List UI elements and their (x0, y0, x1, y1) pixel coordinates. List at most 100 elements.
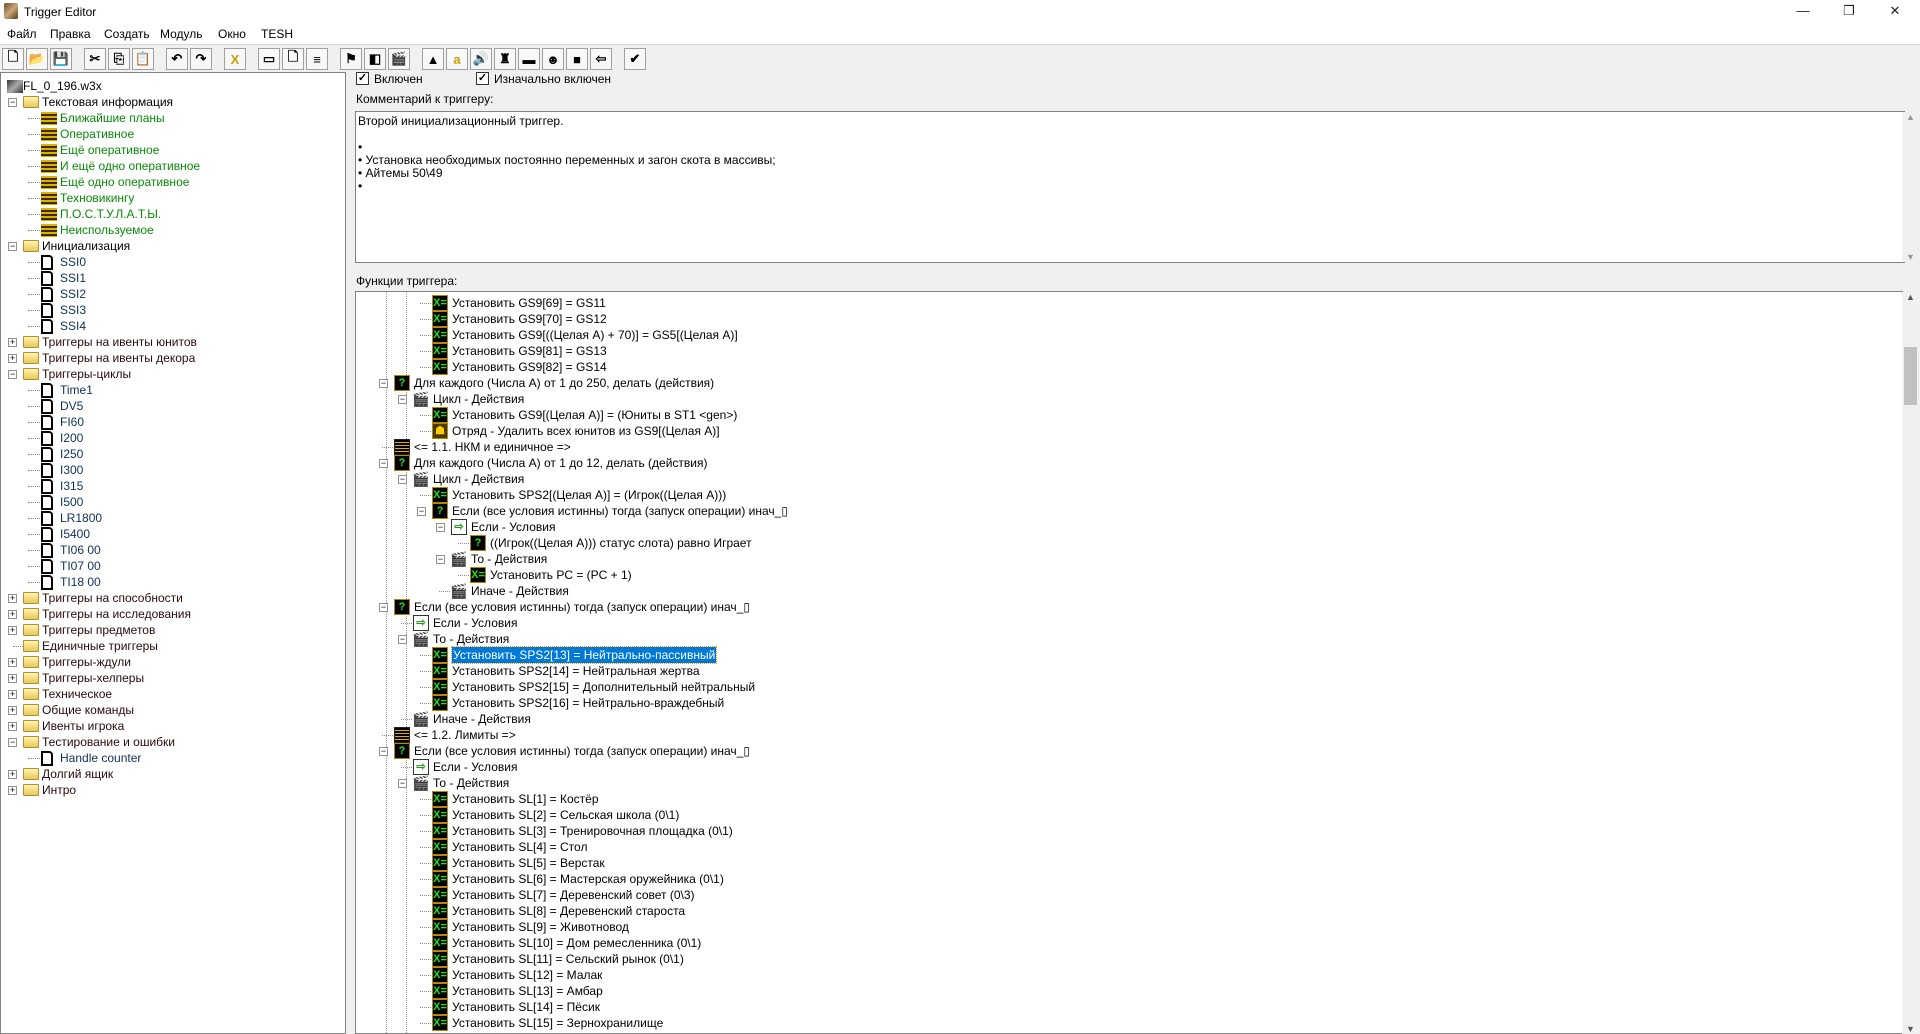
tree-item[interactable]: FI60 (1, 414, 341, 430)
collapse-icon[interactable]: − (436, 523, 445, 532)
expand-icon[interactable]: + (8, 786, 17, 795)
function-item[interactable]: X= Установить SL[3] = Тренировочная площа… (356, 823, 1896, 839)
collapse-icon[interactable]: − (398, 475, 407, 484)
new-button[interactable]: 🗋 (2, 48, 24, 70)
function-item[interactable]: <= 1.1. НКМ и единичное => (356, 439, 1896, 455)
function-item[interactable]: X= Установить SPS2[(Целая A)] = (Игрок((Ц… (356, 487, 1896, 503)
function-item[interactable]: X= Установить SL[1] = Костёр (356, 791, 1896, 807)
function-item[interactable]: −? Для каждого (Числа A) от 1 до 12, дела… (356, 455, 1896, 471)
comment-textarea[interactable]: Второй инициализационный триггер. • • Уста… (355, 111, 1905, 263)
undo-button[interactable]: ↶ (166, 48, 188, 70)
test-map-button[interactable]: ✔ (624, 48, 646, 70)
collapse-icon[interactable]: − (379, 459, 388, 468)
tree-item[interactable]: И ещё одно оперативное (1, 158, 341, 174)
tree-item[interactable]: + Долгий ящик (1, 766, 341, 782)
function-item[interactable]: − 🎬 Цикл - Действия (356, 391, 1896, 407)
collapse-icon[interactable]: − (417, 507, 426, 516)
tree-item[interactable]: + Техническое (1, 686, 341, 702)
menu-5[interactable]: TESH (261, 27, 293, 41)
tree-item[interactable]: LR1800 (1, 510, 341, 526)
function-item[interactable]: −? Если (все условия истинны) тогда (запу… (356, 743, 1896, 759)
tree-item[interactable]: Единичные триггеры (1, 638, 341, 654)
menu-0[interactable]: Файл (7, 27, 37, 41)
tree-item[interactable]: I500 (1, 494, 341, 510)
function-item[interactable]: − 🎬 То - Действия (356, 631, 1896, 647)
collapse-icon[interactable]: − (379, 747, 388, 756)
tree-item[interactable]: I200 (1, 430, 341, 446)
function-item[interactable]: X= Установить GS9[((Целая A) + 70)] = GS5… (356, 327, 1896, 343)
tree-item[interactable]: Handle counter (1, 750, 341, 766)
function-item[interactable]: ? ((Игрок((Целая A))) статус слота) равно… (356, 535, 1896, 551)
expand-icon[interactable]: + (8, 722, 17, 731)
function-item[interactable]: X= Установить SL[15] = Зернохранилище (356, 1015, 1896, 1031)
collapse-icon[interactable]: − (8, 242, 17, 251)
save-button[interactable]: 💾 (50, 48, 72, 70)
terrain-editor-button[interactable]: ▲ (422, 48, 444, 70)
function-item[interactable]: X= Установить SL[13] = Амбар (356, 983, 1896, 999)
function-item[interactable]: −? Если (все условия истинны) тогда (запу… (356, 599, 1896, 615)
function-item[interactable]: X= Установить GS9[70] = GS12 (356, 311, 1896, 327)
function-item[interactable]: X= Установить GS9[69] = GS11 (356, 295, 1896, 311)
expand-icon[interactable]: + (8, 706, 17, 715)
expand-icon[interactable]: + (8, 338, 17, 347)
tree-item[interactable]: − Текстовая информация (1, 94, 341, 110)
object-editor-button[interactable]: ♜ (494, 48, 516, 70)
tree-item[interactable]: I300 (1, 462, 341, 478)
collapse-icon[interactable]: − (398, 779, 407, 788)
function-item[interactable]: X= Установить SL[10] = Дом ремесленника (… (356, 935, 1896, 951)
function-item[interactable]: − 🎬 Цикл - Действия (356, 471, 1896, 487)
tree-item[interactable]: I5400 (1, 526, 341, 542)
tree-item[interactable]: SSI0 (1, 254, 341, 270)
menu-2[interactable]: Создать (104, 27, 150, 41)
redo-button[interactable]: ↷ (190, 48, 212, 70)
collapse-icon[interactable]: − (8, 370, 17, 379)
tree-item[interactable]: + Триггеры на ивенты юнитов (1, 334, 341, 350)
tree-item[interactable]: + Триггеры предметов (1, 622, 341, 638)
expand-icon[interactable]: + (8, 690, 17, 699)
function-item[interactable]: 🎬 Иначе - Действия (356, 583, 1896, 599)
object-manager-button[interactable]: ■ (566, 48, 588, 70)
collapse-icon[interactable]: − (379, 379, 388, 388)
cut-button[interactable]: ✂ (84, 48, 106, 70)
initially-on-checkbox[interactable]: ✓ (476, 72, 489, 85)
tree-item[interactable]: FL_0_196.w3x (1, 78, 341, 94)
tree-item[interactable]: DV5 (1, 398, 341, 414)
trigger-list-tree[interactable]: FL_0_196.w3x − Текстовая информация Ближайш… (0, 72, 346, 1034)
tree-item[interactable]: + Триггеры на ивенты декора (1, 350, 341, 366)
tree-item[interactable]: + Общие команды (1, 702, 341, 718)
sound-editor-button[interactable]: 🔊 (470, 48, 492, 70)
function-item[interactable]: <= 1.2. Лимиты => (356, 727, 1896, 743)
tree-item[interactable]: + Ивенты игрока (1, 718, 341, 734)
expand-icon[interactable]: + (8, 626, 17, 635)
maximize-button[interactable]: ❐ (1826, 0, 1872, 24)
function-item[interactable]: − 🎬 То - Действия (356, 775, 1896, 791)
function-item[interactable]: X= Установить PC = (PC + 1) (356, 567, 1896, 583)
tree-item[interactable]: TI07 00 (1, 558, 341, 574)
function-item[interactable]: X= Установить SL[2] = Сельская школа (0\1… (356, 807, 1896, 823)
new-action-button[interactable]: 🎬 (388, 48, 410, 70)
function-item[interactable]: X= Установить GS9[(Целая A)] = (Юниты в S… (356, 407, 1896, 423)
menu-1[interactable]: Правка (50, 27, 91, 41)
function-item[interactable]: X= Установить SL[5] = Верстак (356, 855, 1896, 871)
tree-item[interactable]: I315 (1, 478, 341, 494)
function-item[interactable]: X= Установить SPS2[16] = Нейтрально-вражд… (356, 695, 1896, 711)
tree-item[interactable]: + Триггеры-ждули (1, 654, 341, 670)
expand-icon[interactable]: + (8, 658, 17, 667)
menu-4[interactable]: Окно (218, 27, 246, 41)
close-button[interactable]: ✕ (1872, 0, 1918, 24)
tree-item[interactable]: − Тестирование и ошибки (1, 734, 341, 750)
tree-item[interactable]: SSI4 (1, 318, 341, 334)
trigger-editor-button[interactable]: a (446, 48, 468, 70)
function-item[interactable]: X= Установить SL[12] = Малак (356, 967, 1896, 983)
tree-item[interactable]: + Интро (1, 782, 341, 798)
tree-item[interactable]: Time1 (1, 382, 341, 398)
functions-tree[interactable]: X= Установить GS9[69] = GS11 X= Установить … (355, 291, 1903, 1034)
function-item[interactable]: X= Установить SL[8] = Деревенский старост… (356, 903, 1896, 919)
tree-item[interactable]: SSI3 (1, 302, 341, 318)
collapse-icon[interactable]: − (8, 738, 17, 747)
tree-item[interactable]: TI06 00 (1, 542, 341, 558)
function-item[interactable]: X= Установить SL[4] = Стол (356, 839, 1896, 855)
expand-icon[interactable]: + (8, 770, 17, 779)
paste-button[interactable]: 📋 (132, 48, 154, 70)
tree-item[interactable]: SSI2 (1, 286, 341, 302)
